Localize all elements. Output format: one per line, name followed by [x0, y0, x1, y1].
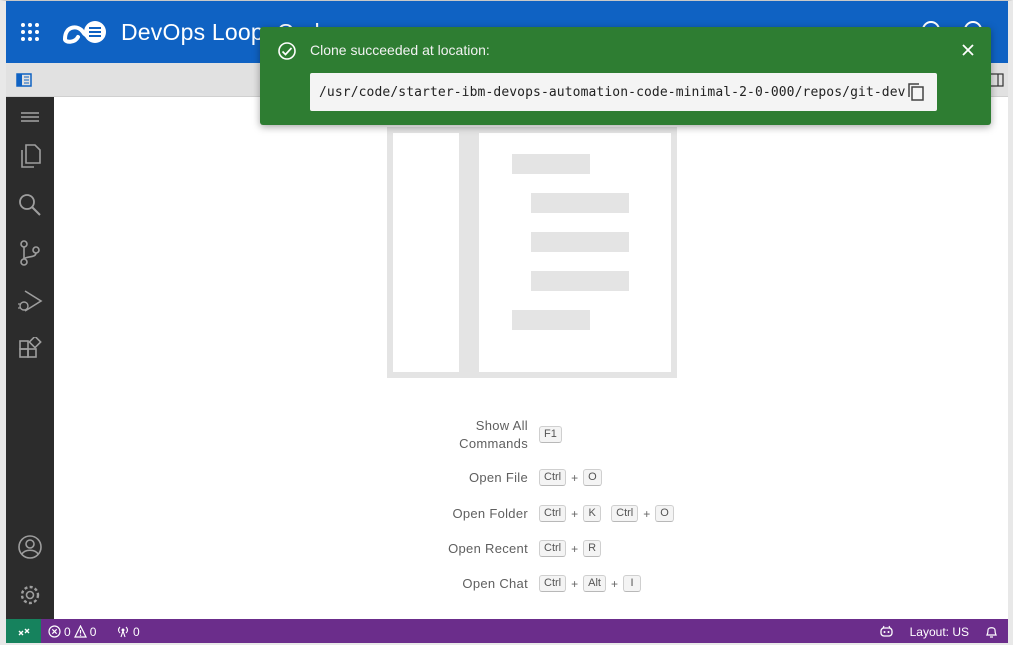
- shortcut-open-file[interactable]: Open File Ctrl + O: [54, 460, 1008, 496]
- shortcut-open-chat[interactable]: Open Chat Ctrl + Alt + I: [54, 566, 1008, 602]
- key-cap: F1: [539, 426, 562, 443]
- editor-area: Show All Commands F1 Open File Ctrl + O …: [54, 97, 1008, 619]
- key-cap: Alt: [583, 575, 606, 592]
- problems-indicator[interactable]: 0 0: [48, 619, 97, 643]
- ports-indicator[interactable]: 0: [116, 619, 140, 643]
- search-icon[interactable]: [6, 185, 54, 225]
- shortcut-show-all-commands[interactable]: Show All Commands F1: [54, 415, 1008, 451]
- editor-watermark-illustration: [387, 127, 677, 378]
- key-cap: K: [583, 505, 602, 522]
- clone-path-field[interactable]: /usr/code/starter-ibm-devops-automation-…: [310, 73, 937, 111]
- manage-gear-icon[interactable]: [6, 575, 54, 615]
- shortcut-label: Show All Commands: [459, 418, 528, 451]
- status-bar: 0 0 0 Layout: US: [6, 619, 1008, 643]
- shortcut-label: Open Chat: [462, 576, 528, 591]
- accounts-icon[interactable]: [6, 527, 54, 567]
- shortcut-open-recent[interactable]: Open Recent Ctrl + R: [54, 531, 1008, 567]
- notifications-bell-icon[interactable]: [985, 625, 998, 639]
- warning-icon: [73, 625, 87, 638]
- toggle-primary-sidebar-icon[interactable]: [16, 73, 32, 87]
- key-cap: Ctrl: [539, 540, 567, 557]
- menu-icon[interactable]: [6, 97, 54, 137]
- key-cap: O: [655, 505, 674, 522]
- error-count: 0: [64, 624, 71, 639]
- keyboard-layout[interactable]: Layout: US: [910, 625, 969, 639]
- copilot-icon[interactable]: [879, 625, 894, 638]
- key-cap: O: [583, 469, 602, 486]
- copy-icon[interactable]: [907, 82, 925, 102]
- ports-count: 0: [133, 624, 140, 639]
- window-frame: DevOps Loop: Code Show All Commands F1 O…: [0, 0, 1013, 645]
- extensions-icon[interactable]: [6, 329, 54, 369]
- key-cap: Ctrl: [611, 505, 639, 522]
- key-cap: Ctrl: [539, 575, 567, 592]
- devops-loop-logo: [61, 17, 109, 47]
- key-cap: R: [583, 540, 602, 557]
- key-cap: Ctrl: [539, 469, 567, 486]
- broadcast-icon: [117, 626, 129, 638]
- close-icon[interactable]: [961, 43, 975, 57]
- shortcut-label: Open Recent: [448, 541, 528, 556]
- success-check-icon: [277, 41, 297, 61]
- clone-path-text: /usr/code/starter-ibm-devops-automation-…: [319, 84, 906, 100]
- warning-count: 0: [89, 624, 97, 639]
- explorer-icon[interactable]: [6, 136, 54, 176]
- activity-bar: [6, 97, 54, 619]
- remote-indicator-icon[interactable]: [6, 619, 41, 643]
- run-debug-icon[interactable]: [6, 281, 54, 321]
- clone-success-notification: Clone succeeded at location: /usr/code/s…: [260, 27, 991, 125]
- shortcut-label: Open File: [468, 470, 528, 485]
- key-cap: I: [622, 575, 641, 592]
- shortcut-open-folder[interactable]: Open Folder Ctrl + K Ctrl + O: [54, 496, 1008, 532]
- error-icon: [48, 625, 61, 638]
- key-cap: Ctrl: [539, 505, 567, 522]
- notification-message: Clone succeeded at location:: [310, 42, 490, 58]
- source-control-icon[interactable]: [6, 233, 54, 273]
- shortcut-label: Open Folder: [452, 506, 528, 521]
- apps-grid-icon[interactable]: [21, 23, 39, 41]
